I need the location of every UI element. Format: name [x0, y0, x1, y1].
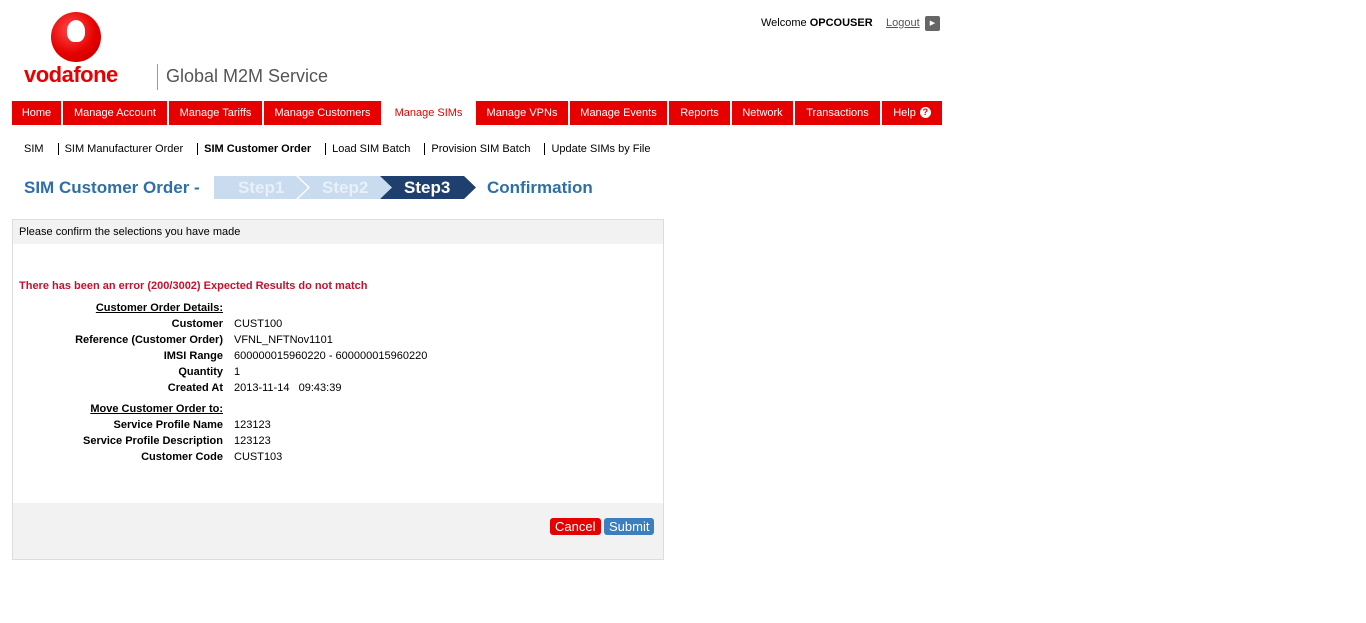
logout-arrow-icon[interactable]: ▶	[925, 16, 940, 31]
order-details-heading: Customer Order Details:	[95, 302, 223, 314]
step-3: Step3	[404, 178, 451, 197]
step-2: Step2	[322, 178, 369, 197]
nav-help[interactable]: Help?	[882, 101, 942, 125]
vodafone-speechmark-icon	[51, 12, 101, 62]
reference-value: VFNL_NFTNov1101	[234, 334, 333, 346]
created-at-label: Created At	[167, 382, 223, 394]
subnav-update-sims-by-file[interactable]: Update SIMs by File	[544, 143, 656, 155]
page-title: SIM Customer Order -	[24, 178, 200, 197]
subnav-sim-manufacturer-order[interactable]: SIM Manufacturer Order	[57, 143, 198, 155]
nav-network[interactable]: Network	[732, 101, 795, 125]
service-profile-name-value: 123123	[234, 419, 271, 431]
nav-manage-sims[interactable]: Manage SIMs	[383, 101, 476, 125]
service-profile-description-label: Service Profile Description	[83, 435, 223, 447]
header-divider	[157, 64, 158, 90]
quantity-value: 1	[234, 366, 241, 378]
nav-reports[interactable]: Reports	[669, 101, 732, 125]
nav-manage-tariffs[interactable]: Manage Tariffs	[169, 101, 264, 125]
confirmation-title: Confirmation	[487, 178, 593, 197]
cancel-button[interactable]: Cancel	[550, 518, 601, 535]
customer-code-label: Customer Code	[141, 451, 223, 463]
move-order-heading: Move Customer Order to:	[90, 403, 223, 415]
subnav-sim-customer-order[interactable]: SIM Customer Order	[197, 143, 325, 155]
subnav-provision-sim-batch[interactable]: Provision SIM Batch	[424, 143, 544, 155]
vodafone-logo: vodafone	[24, 12, 144, 90]
imsi-range-value: 600000015960220 - 600000015960220	[234, 350, 428, 362]
panel-footer: Cancel Submit	[13, 503, 663, 559]
service-profile-description-value: 123123	[234, 435, 271, 447]
nav-help-label: Help	[893, 107, 916, 119]
nav-manage-customers[interactable]: Manage Customers	[264, 101, 383, 125]
nav-home[interactable]: Home	[12, 101, 63, 125]
help-icon: ?	[919, 106, 931, 118]
subnav-load-sim-batch[interactable]: Load SIM Batch	[325, 143, 424, 155]
customer-value: CUST100	[234, 318, 283, 330]
created-at-value: 2013-11-14 09:43:39	[234, 382, 342, 394]
reference-label: Reference (Customer Order)	[75, 334, 223, 346]
nav-transactions[interactable]: Transactions	[795, 101, 882, 125]
customer-label: Customer	[171, 318, 223, 330]
nav-manage-vpns[interactable]: Manage VPNs	[476, 101, 570, 125]
step-1: Step1	[238, 178, 285, 197]
username: OPCOUSER	[809, 17, 873, 29]
confirmation-panel: Please confirm the selections you have m…	[12, 219, 664, 560]
imsi-range-label: IMSI Range	[163, 350, 223, 362]
quantity-label: Quantity	[178, 366, 223, 378]
service-profile-name-label: Service Profile Name	[113, 419, 223, 431]
nav-manage-account[interactable]: Manage Account	[63, 101, 169, 125]
welcome-label: Welcome	[761, 17, 807, 29]
submit-button[interactable]: Submit	[604, 518, 654, 535]
logout-link[interactable]: Logout	[886, 17, 920, 29]
panel-header: Please confirm the selections you have m…	[13, 220, 663, 244]
error-message: There has been an error (200/3002) Expec…	[19, 280, 368, 292]
sub-nav: SIM SIM Manufacturer Order SIM Customer …	[24, 143, 657, 155]
logo-text: vodafone	[24, 62, 118, 87]
welcome-text: Welcome OPCOUSER	[761, 17, 873, 29]
service-name: Global M2M Service	[166, 66, 329, 86]
nav-manage-events[interactable]: Manage Events	[570, 101, 669, 125]
customer-code-value: CUST103	[234, 451, 283, 463]
subnav-sim[interactable]: SIM	[24, 143, 58, 155]
main-nav: Home Manage Account Manage Tariffs Manag…	[12, 101, 942, 125]
